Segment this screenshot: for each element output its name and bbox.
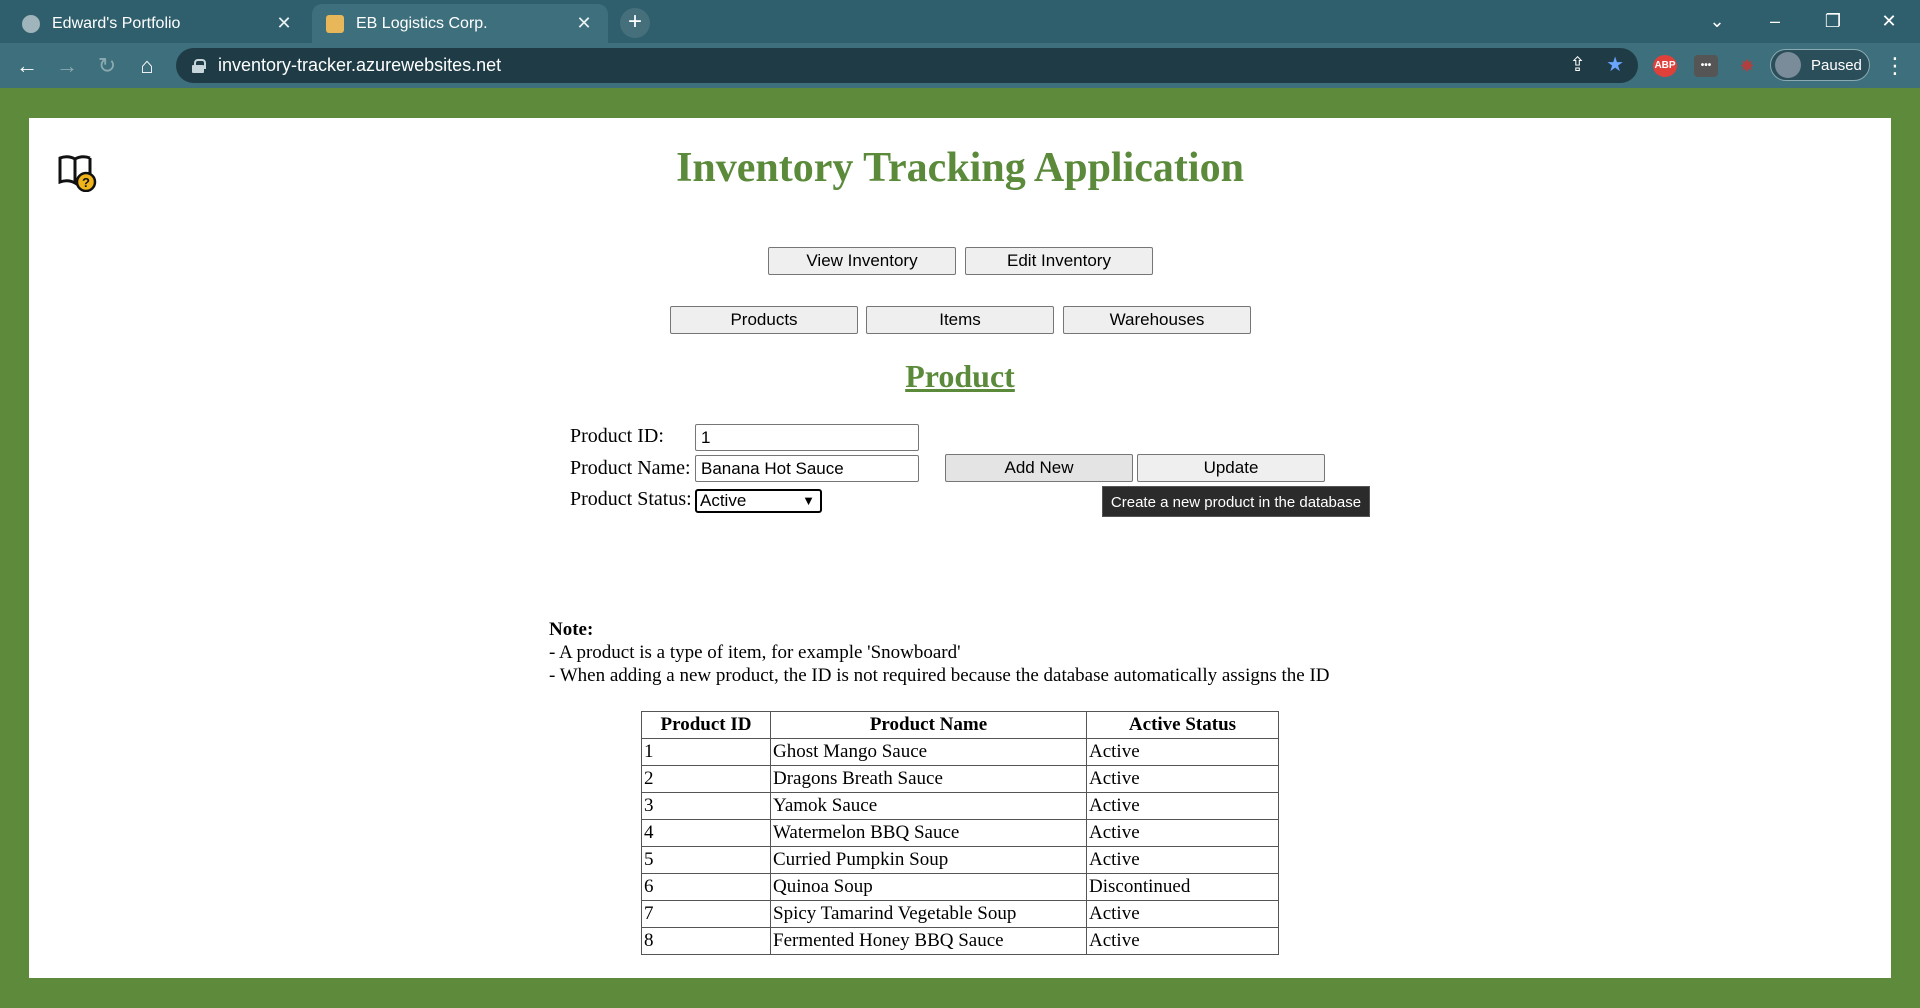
- update-button[interactable]: Update: [1137, 454, 1325, 482]
- back-button[interactable]: ←: [11, 50, 43, 82]
- product-status-select[interactable]: Active ▼: [695, 489, 822, 513]
- globe-icon: [22, 14, 40, 33]
- table-row: 4 Watermelon BBQ Sauce Active: [641, 819, 1279, 847]
- profile-button[interactable]: Paused: [1770, 49, 1870, 81]
- column-header-active-status: Active Status: [1086, 711, 1279, 739]
- browser-tab-strip: Edward's Portfolio ✕ EB Logistics Corp. …: [0, 0, 1920, 43]
- page-title: Inventory Tracking Application: [676, 145, 1244, 191]
- product-name-field[interactable]: Banana Hot Sauce: [695, 455, 919, 482]
- edit-inventory-button[interactable]: Edit Inventory: [965, 247, 1153, 275]
- cell-product-id: 3: [641, 792, 771, 820]
- browser-tab-eb-logistics[interactable]: EB Logistics Corp. ✕: [312, 4, 608, 43]
- cell-product-name: Fermented Honey BBQ Sauce: [770, 927, 1087, 955]
- puzzle-extension-icon[interactable]: ✸: [1735, 55, 1759, 77]
- browser-tab-portfolio[interactable]: Edward's Portfolio ✕: [8, 4, 308, 43]
- cell-active-status: Active: [1086, 738, 1279, 766]
- extension-icon[interactable]: •••: [1694, 55, 1718, 77]
- new-tab-button[interactable]: +: [620, 8, 650, 38]
- note-line: - When adding a new product, the ID is n…: [549, 665, 1330, 686]
- tab-title: Edward's Portfolio: [52, 14, 181, 32]
- cell-product-id: 2: [641, 765, 771, 793]
- close-icon[interactable]: ✕: [574, 13, 594, 34]
- product-id-label: Product ID:: [570, 425, 664, 447]
- forward-button[interactable]: →: [51, 50, 83, 82]
- url-text: inventory-tracker.azurewebsites.net: [218, 55, 502, 75]
- minimize-button[interactable]: –: [1752, 6, 1798, 36]
- cell-product-name: Ghost Mango Sauce: [770, 738, 1087, 766]
- column-header-product-id: Product ID: [641, 711, 771, 739]
- cell-product-id: 8: [641, 927, 771, 955]
- product-status-value: Active: [700, 491, 747, 510]
- lock-icon: [192, 58, 206, 73]
- chevron-down-icon: ▼: [802, 493, 815, 508]
- restore-button[interactable]: ❐: [1810, 6, 1856, 36]
- product-status-label: Product Status:: [570, 488, 692, 510]
- adblock-extension-icon[interactable]: ABP: [1653, 55, 1677, 77]
- warehouses-button[interactable]: Warehouses: [1063, 306, 1251, 334]
- note-block: Note: - A product is a type of item, for…: [549, 618, 1330, 687]
- section-title: Product: [905, 358, 1015, 394]
- product-name-label: Product Name:: [570, 457, 691, 479]
- table-header-row: Product ID Product Name Active Status: [641, 711, 1279, 739]
- cell-product-id: 7: [641, 900, 771, 928]
- cell-product-id: 6: [641, 873, 771, 901]
- column-header-product-name: Product Name: [770, 711, 1087, 739]
- browser-toolbar: ← → ↻ ⌂ inventory-tracker.azurewebsites.…: [0, 43, 1920, 88]
- cell-product-name: Spicy Tamarind Vegetable Soup: [770, 900, 1087, 928]
- view-inventory-button[interactable]: View Inventory: [768, 247, 956, 275]
- table-row: 5 Curried Pumpkin Soup Active: [641, 846, 1279, 874]
- cell-product-name: Dragons Breath Sauce: [770, 765, 1087, 793]
- cell-product-name: Quinoa Soup: [770, 873, 1087, 901]
- close-icon[interactable]: ✕: [274, 13, 294, 34]
- cell-active-status: Active: [1086, 846, 1279, 874]
- cell-product-id: 5: [641, 846, 771, 874]
- table-row: 7 Spicy Tamarind Vegetable Soup Active: [641, 900, 1279, 928]
- add-new-button[interactable]: Add New: [945, 454, 1133, 482]
- cell-product-name: Yamok Sauce: [770, 792, 1087, 820]
- table-row: 1 Ghost Mango Sauce Active: [641, 738, 1279, 766]
- reload-button[interactable]: ↻: [91, 50, 123, 82]
- table-row: 8 Fermented Honey BBQ Sauce Active: [641, 927, 1279, 955]
- cell-product-id: 4: [641, 819, 771, 847]
- cell-active-status: Active: [1086, 792, 1279, 820]
- items-button[interactable]: Items: [866, 306, 1054, 334]
- close-window-button[interactable]: ✕: [1866, 6, 1912, 36]
- cell-active-status: Active: [1086, 819, 1279, 847]
- add-new-tooltip: Create a new product in the database: [1102, 486, 1370, 517]
- page-content: ? Inventory Tracking Application View In…: [29, 118, 1891, 978]
- star-icon[interactable]: ★: [1606, 52, 1624, 77]
- cell-active-status: Active: [1086, 900, 1279, 928]
- cell-product-id: 1: [641, 738, 771, 766]
- note-heading: Note:: [549, 619, 594, 640]
- table-row: 6 Quinoa Soup Discontinued: [641, 873, 1279, 901]
- cell-product-name: Curried Pumpkin Soup: [770, 846, 1087, 874]
- home-button[interactable]: ⌂: [131, 50, 163, 82]
- avatar: [1775, 52, 1801, 78]
- products-table: Product ID Product Name Active Status 1 …: [641, 711, 1279, 955]
- browser-menu-icon[interactable]: ⋮: [1880, 51, 1910, 81]
- site-favicon-icon: [326, 14, 344, 33]
- share-icon[interactable]: ⇪: [1569, 52, 1586, 77]
- tab-title: EB Logistics Corp.: [356, 14, 488, 32]
- tab-search-icon[interactable]: ⌄: [1694, 6, 1740, 36]
- products-button[interactable]: Products: [670, 306, 858, 334]
- table-row: 2 Dragons Breath Sauce Active: [641, 765, 1279, 793]
- profile-status: Paused: [1811, 56, 1862, 74]
- cell-product-name: Watermelon BBQ Sauce: [770, 819, 1087, 847]
- cell-active-status: Discontinued: [1086, 873, 1279, 901]
- cell-active-status: Active: [1086, 927, 1279, 955]
- table-row: 3 Yamok Sauce Active: [641, 792, 1279, 820]
- address-bar[interactable]: inventory-tracker.azurewebsites.net ⇪ ★: [176, 48, 1638, 83]
- cell-active-status: Active: [1086, 765, 1279, 793]
- product-id-field[interactable]: 1: [695, 424, 919, 451]
- note-line: - A product is a type of item, for examp…: [549, 642, 961, 663]
